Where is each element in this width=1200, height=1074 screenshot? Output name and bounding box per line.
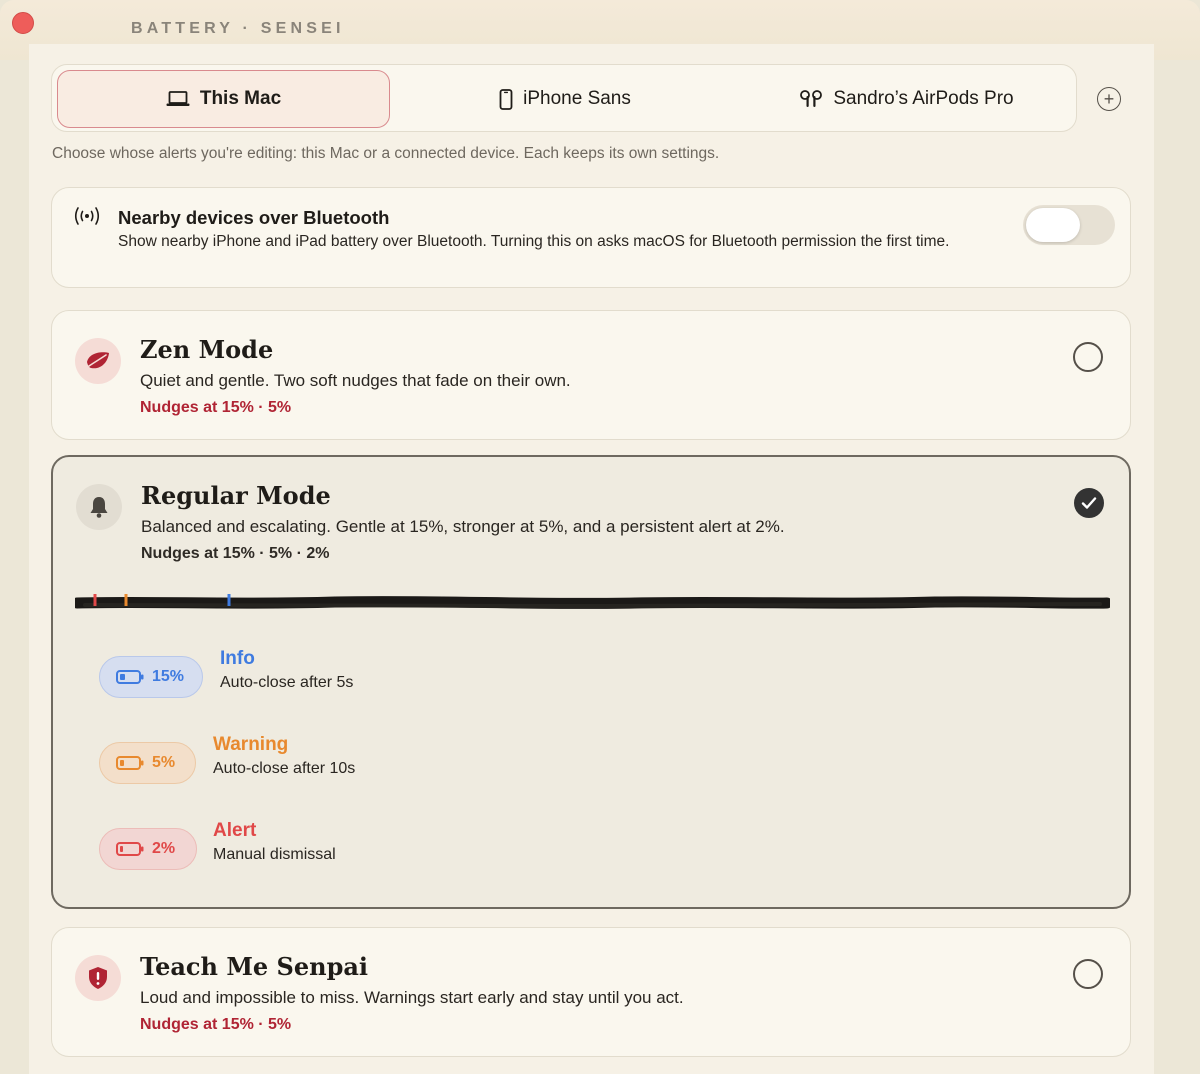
level-percent: 15%: [152, 668, 185, 685]
level-percent: 2%: [152, 840, 176, 857]
tab-label: Sandro’s AirPods Pro: [833, 88, 1014, 109]
broadcast-icon: [74, 207, 100, 225]
bluetooth-card: Nearby devices over Bluetooth Show nearb…: [51, 187, 1131, 288]
level-name: Warning: [213, 734, 289, 755]
airpods-icon: [800, 90, 823, 107]
senpai-mode-icon-badge: [75, 955, 121, 1001]
bluetooth-description: Show nearby iPhone and iPad battery over…: [118, 233, 950, 250]
shield-alert-icon: [89, 967, 107, 989]
window-title: BATTERY · SENSEI: [131, 20, 345, 37]
battery-icon: [116, 756, 144, 770]
level-pill: 15%: [99, 656, 203, 698]
mode-card-senpai[interactable]: Teach Me Senpai Loud and impossible to m…: [51, 927, 1131, 1057]
level-pill: 2%: [99, 828, 197, 870]
zen-mode-radio[interactable]: [1073, 342, 1103, 372]
level-name: Alert: [213, 820, 257, 841]
checkmark-icon: [1081, 497, 1097, 509]
mode-title: Zen Mode: [140, 335, 274, 364]
bell-icon: [90, 497, 108, 518]
mode-description: Quiet and gentle. Two soft nudges that f…: [140, 371, 571, 390]
add-device-button[interactable]: +: [1097, 87, 1121, 111]
device-hint: Choose whose alerts you're editing: this…: [52, 145, 720, 162]
senpai-mode-radio[interactable]: [1073, 959, 1103, 989]
plus-icon: +: [1103, 89, 1115, 109]
battery-threshold-scale: [75, 594, 1110, 609]
level-detail: Manual dismissal: [213, 846, 336, 863]
level-detail: Auto-close after 5s: [220, 674, 354, 691]
mode-description: Loud and impossible to miss. Warnings st…: [140, 988, 684, 1007]
mode-card-regular[interactable]: Regular Mode Balanced and escalating. Ge…: [51, 455, 1131, 909]
mode-nudges: Nudges at 15% · 5%: [140, 1016, 292, 1033]
level-pill: 5%: [99, 742, 196, 784]
tab-label: iPhone Sans: [523, 88, 631, 109]
bluetooth-title: Nearby devices over Bluetooth: [118, 207, 390, 228]
mode-nudges: Nudges at 15% · 5% · 2%: [141, 545, 330, 562]
regular-mode-icon-badge: [76, 484, 122, 530]
level-percent: 5%: [152, 754, 176, 771]
mode-nudges: Nudges at 15% · 5%: [140, 399, 292, 416]
mode-title: Teach Me Senpai: [140, 952, 369, 981]
battery-icon: [116, 842, 144, 856]
battery-icon: [116, 670, 144, 684]
mode-card-zen[interactable]: Zen Mode Quiet and gentle. Two soft nudg…: [51, 310, 1131, 440]
leaf-icon: [87, 352, 109, 369]
tab-this-mac[interactable]: This Mac: [57, 70, 390, 128]
toggle-knob: [1026, 208, 1080, 242]
bluetooth-toggle[interactable]: [1023, 205, 1115, 245]
level-detail: Auto-close after 10s: [213, 760, 356, 777]
mode-description: Balanced and escalating. Gentle at 15%, …: [141, 517, 785, 536]
close-window-button[interactable]: [12, 12, 34, 34]
level-name: Info: [220, 648, 255, 669]
app-window: BATTERY · SENSEI This Mac iPhone Sans Sa…: [0, 0, 1200, 1074]
tab-label: This Mac: [199, 88, 282, 109]
tab-airpods-pro[interactable]: Sandro’s AirPods Pro: [740, 70, 1073, 128]
laptop-icon: [166, 91, 190, 106]
tab-iphone-sans[interactable]: iPhone Sans: [395, 70, 735, 128]
zen-mode-icon-badge: [75, 338, 121, 384]
device-tabs: This Mac iPhone Sans Sandro’s AirPods Pr…: [51, 64, 1077, 132]
mode-title: Regular Mode: [141, 481, 331, 510]
regular-mode-radio[interactable]: [1074, 488, 1104, 518]
iphone-icon: [499, 88, 513, 110]
